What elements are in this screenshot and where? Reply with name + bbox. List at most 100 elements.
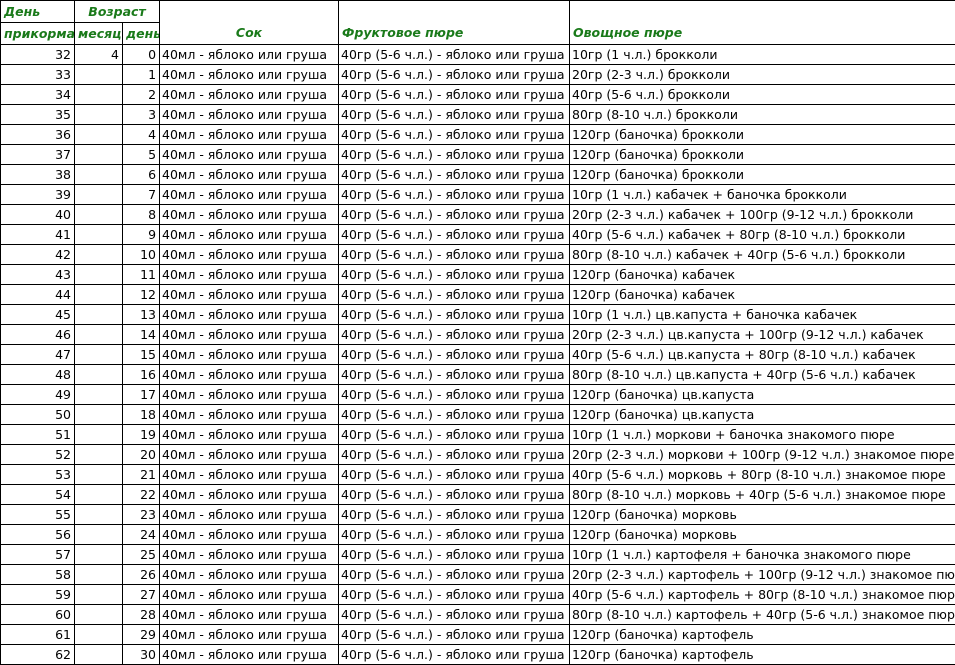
cell-age-month: [74, 64, 123, 85]
cell-feeding-day: 52: [0, 444, 75, 465]
cell-age-day: 6: [121, 164, 161, 185]
cell-juice: 40мл - яблоко или груша: [159, 604, 340, 625]
cell-age-month: [74, 224, 123, 245]
cell-feeding-day: 43: [0, 264, 75, 285]
cell-age-day: 15: [121, 344, 161, 365]
cell-age-month: [74, 104, 123, 125]
cell-age-month: [74, 604, 123, 625]
cell-age-month: [74, 164, 123, 185]
cell-veg-puree: 20гр (2-3 ч.л.) брокколи: [569, 64, 955, 85]
cell-feeding-day: 56: [0, 524, 75, 545]
cell-feeding-day: 58: [0, 564, 75, 585]
cell-juice: 40мл - яблоко или груша: [159, 404, 340, 425]
header-day-line1: День: [0, 0, 75, 23]
cell-feeding-day: 44: [0, 284, 75, 305]
cell-feeding-day: 35: [0, 104, 75, 125]
table-row: 33 1 40мл - яблоко или груша 40гр (5-6 ч.л.…: [0, 64, 955, 85]
header-veg: Овощное пюре: [569, 0, 955, 45]
cell-juice: 40мл - яблоко или груша: [159, 84, 340, 105]
cell-feeding-day: 33: [0, 64, 75, 85]
cell-fruit-puree: 40гр (5-6 ч.л.) - яблоко или груша: [338, 384, 571, 405]
cell-age-day: 23: [121, 504, 161, 525]
table-row: 43 11 40мл - яблоко или груша 40гр (5-6 ч.л…: [0, 264, 955, 285]
cell-juice: 40мл - яблоко или груша: [159, 364, 340, 385]
cell-age-day: 1: [121, 64, 161, 85]
cell-age-day: 0: [121, 44, 161, 65]
cell-age-month: 4: [74, 44, 123, 65]
table-row: 48 16 40мл - яблоко или груша 40гр (5-6 ч.л…: [0, 364, 955, 385]
cell-age-month: [74, 284, 123, 305]
cell-feeding-day: 32: [0, 44, 75, 65]
cell-feeding-day: 38: [0, 164, 75, 185]
table-row: 54 22 40мл - яблоко или груша 40гр (5-6 ч.л…: [0, 484, 955, 505]
cell-juice: 40мл - яблоко или груша: [159, 564, 340, 585]
cell-fruit-puree: 40гр (5-6 ч.л.) - яблоко или груша: [338, 424, 571, 445]
cell-fruit-puree: 40гр (5-6 ч.л.) - яблоко или груша: [338, 124, 571, 145]
cell-feeding-day: 45: [0, 304, 75, 325]
cell-veg-puree: 120гр (баночка) кабачек: [569, 264, 955, 285]
cell-feeding-day: 54: [0, 484, 75, 505]
cell-juice: 40мл - яблоко или груша: [159, 284, 340, 305]
cell-age-month: [74, 644, 123, 665]
cell-fruit-puree: 40гр (5-6 ч.л.) - яблоко или груша: [338, 604, 571, 625]
cell-veg-puree: 120гр (баночка) морковь: [569, 524, 955, 545]
cell-veg-puree: 10гр (1 ч.л.) кабачек + баночка брокколи: [569, 184, 955, 205]
cell-veg-puree: 80гр (8-10 ч.л.) цв.капуста + 40гр (5-6 …: [569, 364, 955, 385]
cell-juice: 40мл - яблоко или груша: [159, 444, 340, 465]
header-day-line2: прикорма: [0, 22, 75, 45]
cell-age-day: 14: [121, 324, 161, 345]
cell-age-month: [74, 84, 123, 105]
cell-juice: 40мл - яблоко или груша: [159, 144, 340, 165]
table-row: 40 8 40мл - яблоко или груша 40гр (5-6 ч.л.…: [0, 204, 955, 225]
cell-veg-puree: 10гр (1 ч.л.) моркови + баночка знакомог…: [569, 424, 955, 445]
cell-veg-puree: 80гр (8-10 ч.л.) брокколи: [569, 104, 955, 125]
cell-age-month: [74, 424, 123, 445]
header-month: месяц: [74, 22, 123, 45]
table-row: 51 19 40мл - яблоко или груша 40гр (5-6 ч.л…: [0, 424, 955, 445]
cell-age-month: [74, 244, 123, 265]
table-row: 56 24 40мл - яблоко или груша 40гр (5-6 ч.л…: [0, 524, 955, 545]
cell-fruit-puree: 40гр (5-6 ч.л.) - яблоко или груша: [338, 64, 571, 85]
cell-age-month: [74, 544, 123, 565]
cell-veg-puree: 120гр (баночка) картофель: [569, 644, 955, 665]
table-row: 49 17 40мл - яблоко или груша 40гр (5-6 ч.л…: [0, 384, 955, 405]
cell-fruit-puree: 40гр (5-6 ч.л.) - яблоко или груша: [338, 544, 571, 565]
cell-age-day: 2: [121, 84, 161, 105]
cell-feeding-day: 55: [0, 504, 75, 525]
cell-veg-puree: 80гр (8-10 ч.л.) кабачек + 40гр (5-6 ч.л…: [569, 244, 955, 265]
cell-feeding-day: 49: [0, 384, 75, 405]
cell-veg-puree: 120гр (баночка) цв.капуста: [569, 404, 955, 425]
cell-juice: 40мл - яблоко или груша: [159, 264, 340, 285]
cell-veg-puree: 20гр (2-3 ч.л.) моркови + 100гр (9-12 ч.…: [569, 444, 955, 465]
cell-veg-puree: 40гр (5-6 ч.л.) брокколи: [569, 84, 955, 105]
cell-age-month: [74, 344, 123, 365]
cell-age-day: 3: [121, 104, 161, 125]
cell-veg-puree: 120гр (баночка) картофель: [569, 624, 955, 645]
cell-veg-puree: 20гр (2-3 ч.л.) цв.капуста + 100гр (9-12…: [569, 324, 955, 345]
cell-juice: 40мл - яблоко или груша: [159, 384, 340, 405]
cell-feeding-day: 51: [0, 424, 75, 445]
cell-feeding-day: 41: [0, 224, 75, 245]
cell-age-day: 11: [121, 264, 161, 285]
feeding-schedule-table: День Возраст Сок Фруктовое пюре Овощное …: [0, 0, 955, 665]
cell-fruit-puree: 40гр (5-6 ч.л.) - яблоко или груша: [338, 624, 571, 645]
cell-age-day: 24: [121, 524, 161, 545]
cell-age-day: 20: [121, 444, 161, 465]
cell-fruit-puree: 40гр (5-6 ч.л.) - яблоко или груша: [338, 44, 571, 65]
cell-juice: 40мл - яблоко или груша: [159, 104, 340, 125]
cell-feeding-day: 62: [0, 644, 75, 665]
table-row: 37 5 40мл - яблоко или груша 40гр (5-6 ч.л.…: [0, 144, 955, 165]
cell-veg-puree: 80гр (8-10 ч.л.) морковь + 40гр (5-6 ч.л…: [569, 484, 955, 505]
cell-age-day: 8: [121, 204, 161, 225]
table-row: 61 29 40мл - яблоко или груша 40гр (5-6 ч.л…: [0, 624, 955, 645]
table-row: 42 10 40мл - яблоко или груша 40гр (5-6 ч.л…: [0, 244, 955, 265]
cell-veg-puree: 20гр (2-3 ч.л.) кабачек + 100гр (9-12 ч.…: [569, 204, 955, 225]
cell-feeding-day: 46: [0, 324, 75, 345]
cell-veg-puree: 120гр (баночка) морковь: [569, 504, 955, 525]
cell-fruit-puree: 40гр (5-6 ч.л.) - яблоко или груша: [338, 184, 571, 205]
cell-age-month: [74, 584, 123, 605]
cell-fruit-puree: 40гр (5-6 ч.л.) - яблоко или груша: [338, 164, 571, 185]
cell-feeding-day: 60: [0, 604, 75, 625]
cell-veg-puree: 120гр (баночка) кабачек: [569, 284, 955, 305]
cell-veg-puree: 120гр (баночка) брокколи: [569, 124, 955, 145]
